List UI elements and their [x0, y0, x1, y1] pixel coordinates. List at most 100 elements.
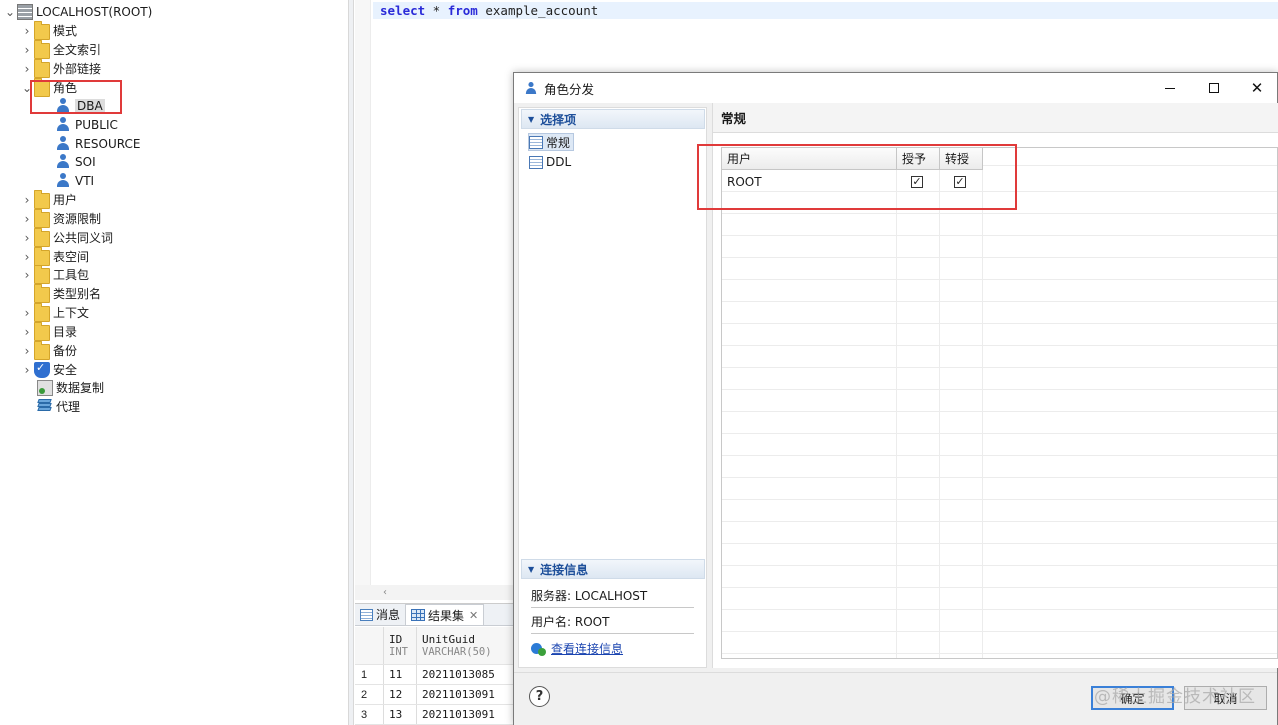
panel-splitter[interactable] — [348, 0, 354, 725]
column-header-user[interactable]: 用户 — [722, 148, 897, 170]
cell-id[interactable]: 12 — [384, 685, 417, 704]
cell-user[interactable]: ROOT — [727, 171, 892, 192]
table-row[interactable]: 3 13 20211013091 — [355, 705, 515, 725]
tree-item-label: 数据复制 — [56, 381, 105, 395]
folder-icon — [34, 208, 50, 228]
folder-icon — [34, 340, 50, 360]
shield-icon — [34, 361, 50, 378]
tree-item-data-replication[interactable]: 数据复制 — [37, 378, 104, 397]
tree-item-roles[interactable]: ⌄ 角色 — [20, 77, 77, 97]
nav-item-ddl[interactable]: DDL — [529, 153, 571, 171]
view-connection-link[interactable]: 查看连接信息 — [531, 638, 623, 658]
folder-icon — [34, 39, 50, 59]
tree-item-public-synonyms[interactable]: › 公共同义词 — [20, 227, 113, 247]
chevron-right-icon[interactable]: › — [20, 250, 34, 264]
chevron-right-icon[interactable]: › — [20, 268, 34, 282]
tree-item-users[interactable]: › 用户 — [20, 189, 77, 209]
cell-id[interactable]: 13 — [384, 705, 417, 724]
column-type: VARCHAR(50) — [422, 646, 492, 658]
watermark: @稀土掘金技术社区 — [1094, 687, 1256, 707]
folder-icon — [34, 227, 50, 247]
chevron-right-icon[interactable]: › — [20, 212, 34, 226]
tree-item-schemas[interactable]: › 模式 — [20, 20, 77, 40]
result-tabs: 消息 结果集 ✕ — [355, 604, 515, 626]
dialog-titlebar[interactable]: 角色分发 ✕ — [514, 73, 1277, 103]
section-options-header[interactable]: ▼ 选择项 — [521, 109, 705, 129]
close-icon: ✕ — [1250, 79, 1264, 97]
tab-messages[interactable]: 消息 — [355, 604, 405, 625]
chevron-down-icon[interactable]: ⌄ — [3, 5, 17, 19]
scroll-left-icon[interactable]: ‹ — [383, 587, 387, 598]
chevron-down-icon[interactable]: ⌄ — [20, 81, 34, 95]
tree-item-label: 上下文 — [53, 306, 90, 320]
tree-root[interactable]: ⌄ LOCALHOST(ROOT) — [3, 2, 152, 21]
page-icon — [529, 135, 543, 149]
cell-unitguid[interactable]: 20211013091 — [417, 705, 515, 724]
tree-item-fulltext-index[interactable]: › 全文索引 — [20, 39, 101, 59]
sql-keyword-from: from — [447, 3, 478, 18]
grid-line — [896, 148, 897, 658]
table-row[interactable]: 1 11 20211013085 — [355, 665, 515, 685]
chevron-right-icon[interactable]: › — [20, 43, 34, 57]
tree-item-directories[interactable]: › 目录 — [20, 321, 78, 341]
chevron-right-icon[interactable]: › — [20, 24, 34, 38]
chevron-right-icon[interactable]: › — [20, 344, 34, 358]
tree-item-packages[interactable]: › 工具包 — [20, 264, 89, 284]
role-icon — [56, 135, 72, 152]
cell-unitguid[interactable]: 20211013085 — [417, 665, 515, 684]
chevron-right-icon[interactable]: › — [20, 325, 34, 339]
dialog-nav-panel: ▼ 选择项 常规 DDL ▼ 连接信息 服务器: LOCALHOST 用户名: … — [518, 107, 707, 668]
dialog-title: 角色分发 — [544, 81, 595, 97]
table-row[interactable]: 2 12 20211013091 — [355, 685, 515, 705]
server-info: 服务器: LOCALHOST — [531, 584, 694, 608]
tree-item-contexts[interactable]: › 上下文 — [20, 302, 90, 322]
folder-icon — [34, 264, 50, 284]
chevron-right-icon[interactable]: › — [20, 363, 34, 377]
replication-icon — [37, 379, 53, 396]
cell-unitguid[interactable]: 20211013091 — [417, 685, 515, 704]
close-tab-icon[interactable]: ✕ — [469, 609, 478, 622]
tree-item-role-resource[interactable]: RESOURCE — [56, 134, 140, 153]
tree-item-role-soi[interactable]: SOI — [56, 152, 96, 171]
folder-icon — [34, 58, 50, 78]
tree-item-label: 目录 — [53, 325, 78, 339]
result-header-row: ID INT UnitGuid VARCHAR(50) — [355, 627, 515, 665]
column-header-unitguid[interactable]: UnitGuid VARCHAR(50) — [417, 627, 515, 664]
tab-resultset[interactable]: 结果集 ✕ — [405, 604, 485, 625]
column-header-transfer[interactable]: 转授 — [940, 148, 983, 170]
row-number: 3 — [355, 705, 384, 724]
minimize-button[interactable] — [1148, 73, 1192, 103]
maximize-button[interactable] — [1192, 73, 1236, 103]
grant-checkbox[interactable]: ✓ — [911, 171, 923, 192]
close-button[interactable]: ✕ — [1235, 73, 1278, 103]
chevron-right-icon[interactable]: › — [20, 62, 34, 76]
column-header-grant[interactable]: 授予 — [897, 148, 940, 170]
tree-item-external-links[interactable]: › 外部链接 — [20, 58, 102, 78]
role-icon — [56, 116, 72, 133]
dialog-content-panel: 常规 用户 授予 转授 ROOT ✓ ✓ — [712, 103, 1278, 668]
tree-root-label: LOCALHOST(ROOT) — [36, 4, 153, 19]
cell-id[interactable]: 11 — [384, 665, 417, 684]
column-header-id[interactable]: ID INT — [384, 627, 417, 664]
horizontal-scrollbar[interactable]: ‹ — [355, 585, 515, 600]
chevron-right-icon[interactable]: › — [20, 306, 34, 320]
tree-item-backup[interactable]: › 备份 — [20, 340, 77, 360]
tree-item-type-aliases[interactable]: 类型别名 — [34, 283, 101, 303]
sql-code-line[interactable]: select * from example_account — [380, 3, 598, 18]
nav-item-general[interactable]: 常规 — [528, 133, 575, 151]
tree-item-role-public[interactable]: PUBLIC — [56, 115, 118, 134]
folder-icon — [34, 302, 50, 322]
tree-item-proxy[interactable]: 代理 — [37, 397, 80, 416]
chevron-right-icon[interactable]: › — [20, 231, 34, 245]
tree-item-resource-limits[interactable]: › 资源限制 — [20, 208, 102, 228]
tree-item-label: 资源限制 — [53, 212, 102, 226]
tree-item-security[interactable]: › 安全 — [20, 360, 77, 379]
tree-item-label: 外部链接 — [53, 62, 102, 76]
transfer-checkbox[interactable]: ✓ — [954, 171, 966, 192]
tree-item-role-dba[interactable]: DBA — [56, 96, 105, 115]
section-connection-header[interactable]: ▼ 连接信息 — [521, 559, 705, 579]
help-button[interactable]: ? — [529, 686, 550, 707]
tree-item-tablespaces[interactable]: › 表空间 — [20, 246, 89, 266]
chevron-right-icon[interactable]: › — [20, 193, 34, 207]
tree-item-role-vti[interactable]: VTI — [56, 171, 94, 190]
